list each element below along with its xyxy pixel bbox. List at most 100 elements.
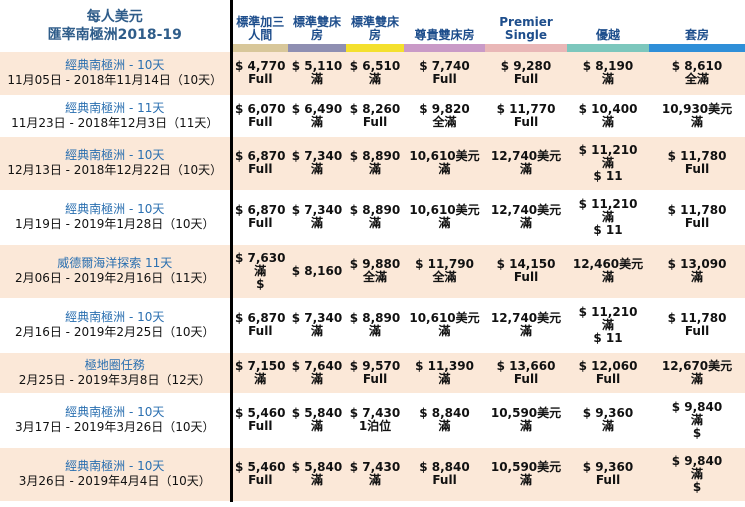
price-value: 12,670美元: [661, 358, 733, 373]
price-value: $ 11,210: [578, 196, 638, 211]
availability-status: 全滿: [432, 114, 457, 129]
price-cell: $ 8,840 滿: [404, 393, 485, 448]
availability-status: 滿: [438, 371, 451, 386]
availability-status: 1泊位: [358, 419, 392, 433]
price-cell: $ 5,460 Full: [231, 447, 288, 502]
rates-table: 每人美元 匯率南極洲2018-19 標準加三人間 標準雙床房 標準雙床房 尊貴雙…: [0, 0, 745, 502]
price-cell: $ 6,870 Full: [231, 136, 288, 191]
itinerary-cell: 極地圈任務 2月25日 - 2019年3月8日（12天）: [0, 352, 233, 394]
price-cell: $ 6,490 滿: [288, 95, 346, 137]
column-header-2: 標準雙床房: [346, 0, 404, 52]
tour-dates: 2月06日 - 2019年2月16日（11天）: [14, 271, 215, 285]
availability-status: Full: [248, 216, 273, 230]
price-cell: $ 12,060 Full: [567, 352, 649, 394]
price-cell: 12,670美元滿: [649, 352, 745, 394]
availability-status: 滿: [310, 114, 323, 129]
availability-status: 滿: [368, 473, 381, 487]
availability-status: 滿: [254, 371, 267, 386]
availability-status: Full: [513, 72, 539, 87]
price-cell: $ 7,640 滿: [288, 352, 346, 394]
column-color-bar: [288, 44, 346, 52]
price-cell: $ 11,780 Full: [649, 136, 745, 191]
tour-name[interactable]: 經典南極洲 - 10天: [0, 459, 230, 474]
price-cell: 10,610美元滿: [404, 298, 485, 353]
column-color-bar: [232, 44, 288, 52]
tour-name[interactable]: 經典南極洲 - 10天: [0, 202, 230, 217]
table-row: 經典南極洲 - 10天 3月26日 - 2019年4月4日（10天） $ 5,460…: [0, 447, 745, 502]
rates-table-page: 每人美元 匯率南極洲2018-19 標準加三人間 標準雙床房 標準雙床房 尊貴雙…: [0, 0, 745, 507]
column-header-3: 尊貴雙床房: [404, 0, 485, 52]
price-cell: $ 9,280 Full: [485, 52, 567, 96]
tour-dates: 11月23日 - 2018年12月3日（11天）: [11, 115, 219, 130]
tour-name[interactable]: 經典南極洲 - 11天: [0, 101, 230, 116]
availability-status: 滿: [601, 419, 614, 433]
tour-name[interactable]: 經典南極洲 - 10天: [0, 58, 230, 73]
price-value: $ 11,770: [496, 101, 556, 116]
price-value: $ 9,570: [349, 358, 401, 373]
price-cell: $ 6,510 滿: [346, 52, 404, 96]
table-row: 經典南極洲 - 10天 2月16日 - 2019年2月25日（10天） $ 6,87…: [0, 298, 745, 353]
availability-status: 滿: [254, 263, 267, 278]
price-value: $ 11,390: [415, 358, 474, 373]
itinerary-cell: 經典南極洲 - 10天 3月17日 - 2019年3月26日（10天）: [0, 393, 233, 448]
price-value: $ 9,840: [671, 399, 723, 414]
tour-name[interactable]: 經典南極洲 - 10天: [0, 310, 230, 325]
tour-name[interactable]: 經典南極洲 - 10天: [0, 405, 230, 420]
price-value: $ 11,210: [578, 142, 638, 157]
availability-status: $: [692, 425, 702, 440]
price-cell: $ 7,340 滿: [288, 136, 346, 191]
tour-dates: 2月16日 - 2019年2月25日（10天）: [14, 325, 215, 339]
availability-status: 滿: [368, 162, 381, 176]
price-value: $ 6,490: [291, 101, 343, 116]
column-header-5: 優越: [567, 0, 649, 52]
price-cell: $ 9,820 全滿: [404, 95, 485, 137]
column-color-bar: [346, 44, 404, 52]
table-row: 經典南極洲 - 10天 3月17日 - 2019年3月26日（10天） $ 5,46…: [0, 393, 745, 448]
tour-dates: 1月19日 - 2019年1月28日（10天）: [14, 217, 215, 231]
price-value: $ 9,820: [419, 101, 470, 116]
price-cell: $ 8,260 Full: [346, 95, 404, 137]
column-color-bar: [649, 44, 745, 52]
price-cell: $ 13,090 滿: [649, 244, 745, 299]
price-cell: $ 7,150 滿: [231, 352, 288, 394]
price-cell: $ 11,770 Full: [485, 95, 567, 137]
price-cell: $ 11,780 Full: [649, 298, 745, 353]
availability-status: $: [256, 276, 265, 291]
price-value: $ 9,840: [671, 453, 723, 468]
price-value: $ 7,150: [235, 358, 286, 373]
price-cell: $ 9,840 滿 $: [649, 447, 745, 502]
column-header-4: Premier Single: [485, 0, 567, 52]
table-row: 經典南極洲 - 10天 1月19日 - 2019年1月28日（10天） $ 6,87…: [0, 190, 745, 245]
availability-status: 滿: [690, 412, 703, 427]
price-cell: $ 7,340 滿: [288, 298, 346, 353]
price-cell: $ 10,400 滿: [567, 95, 649, 137]
price-cell: $ 9,570 Full: [346, 352, 404, 394]
column-header-6: 套房: [649, 0, 745, 52]
availability-status: 滿: [519, 216, 532, 230]
availability-status: 全滿: [432, 270, 457, 284]
tour-name[interactable]: 極地圈任務: [0, 358, 230, 373]
price-cell: 12,740美元滿: [485, 190, 567, 245]
availability-status: Full: [684, 324, 710, 338]
availability-status: 滿: [438, 419, 451, 433]
tour-name[interactable]: 經典南極洲 - 10天: [0, 148, 230, 163]
itinerary-cell: 經典南極洲 - 10天 11月05日 - 2018年11月14日（10天）: [0, 52, 233, 96]
availability-status: 滿: [519, 324, 532, 338]
availability-status: 滿: [310, 419, 323, 433]
header-title-cell: 每人美元 匯率南極洲2018-19: [0, 0, 233, 52]
availability-status: 滿: [690, 371, 703, 386]
availability-status: 滿: [368, 324, 381, 338]
price-cell: $ 4,770 Full: [231, 52, 288, 96]
table-row: 經典南極洲 - 10天 12月13日 - 2018年12月22日（10天） $ 6,…: [0, 136, 745, 191]
price-cell: $ 8,190 滿: [567, 52, 649, 96]
price-cell: $ 14,150 Full: [485, 244, 567, 299]
table-row: 經典南極洲 - 10天 11月05日 - 2018年11月14日（10天） $ 4,…: [0, 52, 745, 96]
price-cell: 10,610美元滿: [404, 136, 485, 191]
availability-status: 滿: [438, 162, 451, 176]
price-value: $ 8,260: [349, 101, 401, 116]
availability-status: 滿: [601, 114, 614, 129]
availability-status: Full: [432, 72, 457, 87]
tour-name[interactable]: 威德爾海洋探索 11天: [0, 256, 230, 271]
price-cell: 12,740美元滿: [485, 136, 567, 191]
price-cell: $ 7,740 Full: [404, 52, 485, 96]
